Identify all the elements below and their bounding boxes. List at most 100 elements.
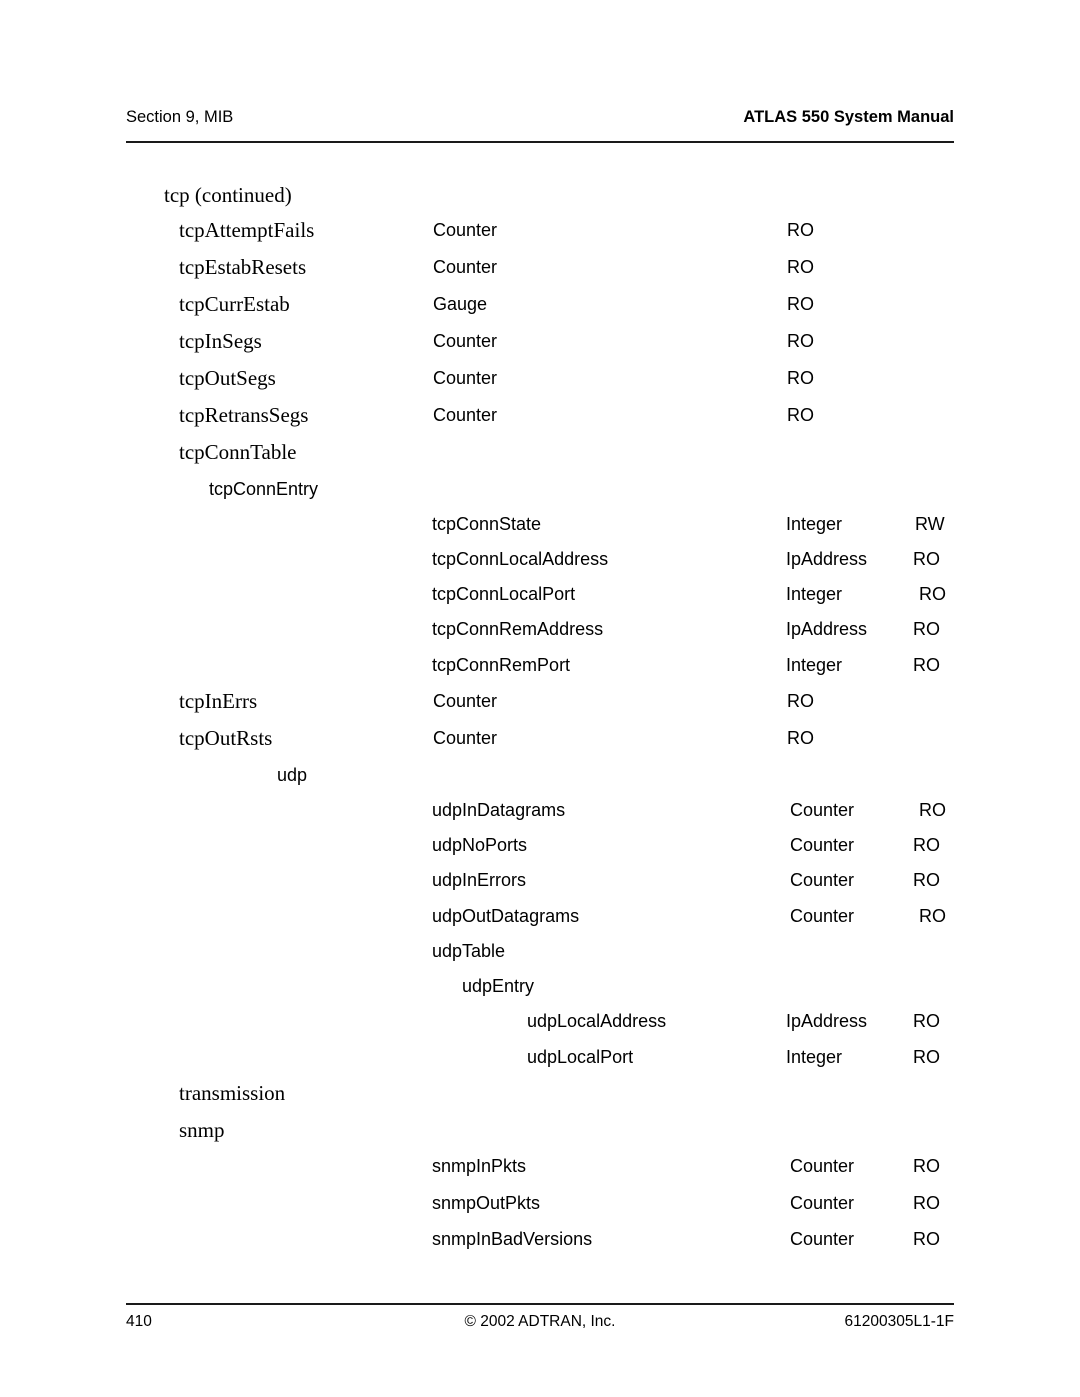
mib-object-type: Gauge	[433, 294, 488, 314]
mib-row: snmpOutPkts Counter RO	[0, 1188, 1080, 1218]
mib-row: tcpConnLocalAddress IpAddress RO	[0, 544, 1080, 574]
mib-object-name: tcpConnLocalPort	[432, 584, 576, 604]
mib-object-type: Counter	[433, 368, 498, 388]
mib-object-name: tcpAttemptFails	[179, 218, 315, 242]
mib-object-type: Counter	[790, 1229, 855, 1249]
mib-object-name: udpInErrors	[432, 870, 527, 890]
mib-object-name: snmp	[179, 1118, 225, 1142]
document-id: 61200305L1-1F	[844, 1313, 954, 1330]
mib-object-name: tcpInErrs	[179, 689, 258, 713]
mib-row: tcpConnEntry	[0, 474, 1080, 504]
mib-object-name: udpOutDatagrams	[432, 906, 580, 926]
mib-row: tcpInErrs Counter RO	[0, 686, 1080, 716]
mib-object-type: Counter	[790, 870, 855, 890]
mib-object-name: snmpOutPkts	[432, 1193, 541, 1213]
mib-object-access: RO	[913, 1047, 940, 1067]
mib-object-access: RO	[913, 870, 940, 890]
mib-object-name: udpTable	[432, 941, 506, 961]
mib-row: tcpConnState Integer RW	[0, 509, 1080, 539]
mib-object-type: Counter	[433, 405, 498, 425]
mib-object-name: tcpRetransSegs	[179, 403, 309, 427]
mib-row: tcpConnLocalPort Integer RO	[0, 579, 1080, 609]
mib-object-type: Counter	[433, 691, 498, 711]
mib-row: udp	[0, 760, 1080, 790]
mib-object-name: tcpConnTable	[179, 440, 297, 464]
mib-object-access: RO	[787, 331, 814, 351]
mib-object-access: RO	[919, 800, 946, 820]
mib-row: tcpConnRemAddress IpAddress RO	[0, 614, 1080, 644]
mib-object-access: RO	[913, 835, 940, 855]
mib-row: tcpEstabResets Counter RO	[0, 252, 1080, 282]
mib-row: transmission	[0, 1078, 1080, 1108]
page-footer: 410 © 2002 ADTRAN, Inc. 61200305L1-1F	[126, 1313, 954, 1339]
mib-row: tcpRetransSegs Counter RO	[0, 400, 1080, 430]
mib-object-access: RO	[787, 728, 814, 748]
mib-object-access: RO	[787, 294, 814, 314]
mib-object-name: udp	[277, 765, 308, 785]
mib-row: tcpConnTable	[0, 437, 1080, 467]
mib-row: snmpInPkts Counter RO	[0, 1151, 1080, 1181]
mib-object-name: tcpConnState	[432, 514, 542, 534]
mib-row: tcp (continued)	[0, 180, 1080, 210]
mib-object-listing: tcp (continued) tcpAttemptFails Counter RO t…	[0, 0, 1080, 1397]
mib-object-name: udpLocalPort	[527, 1047, 634, 1067]
mib-row: udpNoPorts Counter RO	[0, 830, 1080, 860]
mib-object-name: snmpInPkts	[432, 1156, 527, 1176]
mib-object-name: tcpConnLocalAddress	[432, 549, 609, 569]
mib-row: tcpOutRsts Counter RO	[0, 723, 1080, 753]
mib-object-name: udpNoPorts	[432, 835, 528, 855]
copyright-notice: © 2002 ADTRAN, Inc.	[464, 1313, 616, 1330]
mib-object-access: RO	[919, 906, 946, 926]
mib-object-type: Counter	[790, 1156, 855, 1176]
footer-divider	[126, 1303, 954, 1305]
mib-object-type: IpAddress	[786, 1011, 868, 1031]
mib-row: tcpOutSegs Counter RO	[0, 363, 1080, 393]
mib-row: tcpConnRemPort Integer RO	[0, 650, 1080, 680]
mib-object-type: Counter	[433, 331, 498, 351]
mib-object-name: tcpConnRemPort	[432, 655, 571, 675]
mib-object-access: RO	[787, 220, 814, 240]
mib-object-access: RO	[787, 257, 814, 277]
mib-object-type: Integer	[786, 584, 843, 604]
mib-row: udpLocalAddress IpAddress RO	[0, 1006, 1080, 1036]
mib-object-name: tcpConnRemAddress	[432, 619, 604, 639]
mib-row: tcpAttemptFails Counter RO	[0, 215, 1080, 245]
mib-object-type: Integer	[786, 1047, 843, 1067]
mib-object-type: Counter	[433, 728, 498, 748]
mib-row: snmp	[0, 1115, 1080, 1145]
mib-object-name: udpEntry	[462, 976, 535, 996]
mib-row: udpInErrors Counter RO	[0, 865, 1080, 895]
mib-object-type: Counter	[433, 257, 498, 277]
mib-object-name: tcpOutSegs	[179, 366, 276, 390]
document-page: Section 9, MIB ATLAS 550 System Manual t…	[0, 0, 1080, 1397]
mib-object-access: RO	[913, 549, 940, 569]
mib-object-access: RO	[919, 584, 946, 604]
mib-object-access: RO	[787, 691, 814, 711]
mib-row: udpTable	[0, 936, 1080, 966]
mib-object-access: RO	[913, 655, 940, 675]
mib-object-type: Integer	[786, 514, 843, 534]
mib-row: udpEntry	[0, 971, 1080, 1001]
mib-row: snmpInBadVersions Counter RO	[0, 1224, 1080, 1254]
mib-object-type: Integer	[786, 655, 843, 675]
mib-object-access: RO	[913, 1193, 940, 1213]
mib-object-type: IpAddress	[786, 619, 868, 639]
mib-object-type: Counter	[433, 220, 498, 240]
mib-object-name: udpLocalAddress	[527, 1011, 667, 1031]
mib-object-type: IpAddress	[786, 549, 868, 569]
mib-object-name: tcpCurrEstab	[179, 292, 290, 316]
mib-object-access: RW	[915, 514, 945, 534]
mib-row: udpInDatagrams Counter RO	[0, 795, 1080, 825]
mib-object-access: RO	[913, 619, 940, 639]
mib-object-access: RO	[913, 1229, 940, 1249]
mib-object-name: tcpOutRsts	[179, 726, 273, 750]
mib-object-name: udpInDatagrams	[432, 800, 566, 820]
mib-object-access: RO	[787, 368, 814, 388]
mib-object-type: Counter	[790, 835, 855, 855]
mib-object-name: transmission	[179, 1081, 286, 1105]
mib-object-name: tcpConnEntry	[209, 479, 319, 499]
mib-object-access: RO	[913, 1011, 940, 1031]
mib-object-name: tcpEstabResets	[179, 255, 307, 279]
mib-row: udpOutDatagrams Counter RO	[0, 901, 1080, 931]
mib-row: tcpCurrEstab Gauge RO	[0, 289, 1080, 319]
